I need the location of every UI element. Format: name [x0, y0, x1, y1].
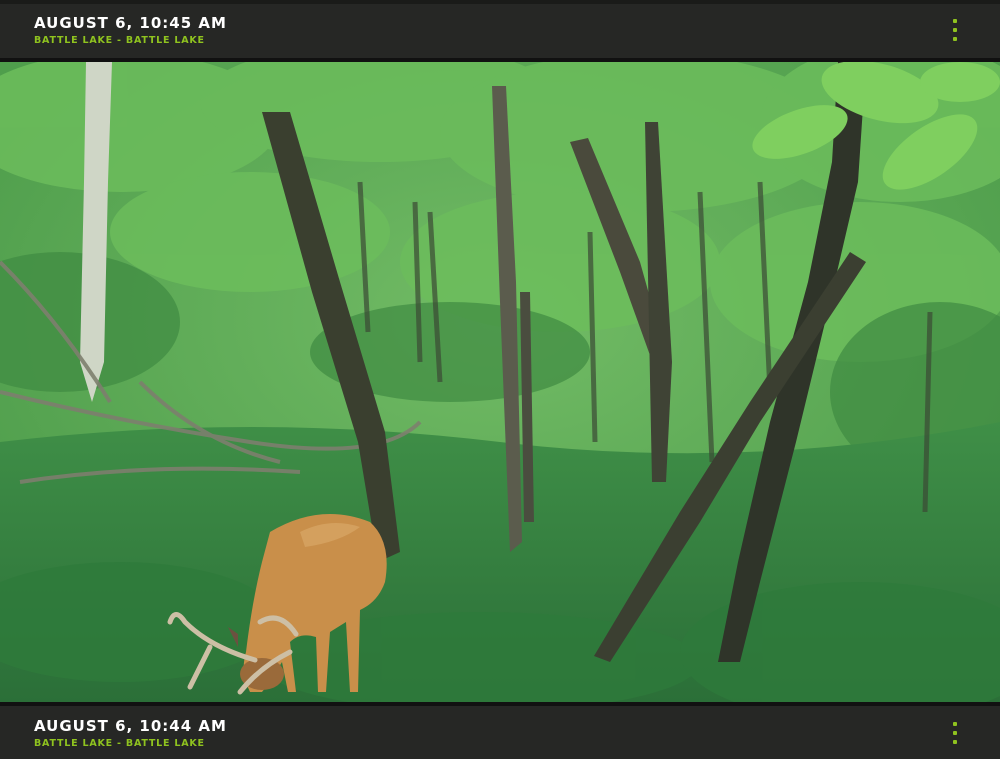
menu-dot: [953, 722, 957, 726]
photo-timestamp: AUGUST 6, 10:44 AM: [34, 717, 227, 735]
menu-dot: [953, 740, 957, 744]
menu-dot: [953, 19, 957, 23]
photo-location: BATTLE LAKE - BATTLE LAKE: [34, 738, 205, 749]
trail-camera-photo[interactable]: [0, 62, 1000, 702]
photo-location: BATTLE LAKE - BATTLE LAKE: [34, 35, 205, 46]
photo-timestamp: AUGUST 6, 10:45 AM: [34, 14, 227, 32]
kebab-menu-icon[interactable]: [950, 19, 960, 41]
kebab-menu-icon[interactable]: [950, 722, 960, 744]
forest-scene-image: [0, 62, 1000, 702]
photo-card-header: AUGUST 6, 10:44 AM BATTLE LAKE - BATTLE …: [0, 702, 1000, 759]
menu-dot: [953, 731, 957, 735]
menu-dot: [953, 28, 957, 32]
photo-card-header: AUGUST 6, 10:45 AM BATTLE LAKE - BATTLE …: [0, 0, 1000, 62]
menu-dot: [953, 37, 957, 41]
